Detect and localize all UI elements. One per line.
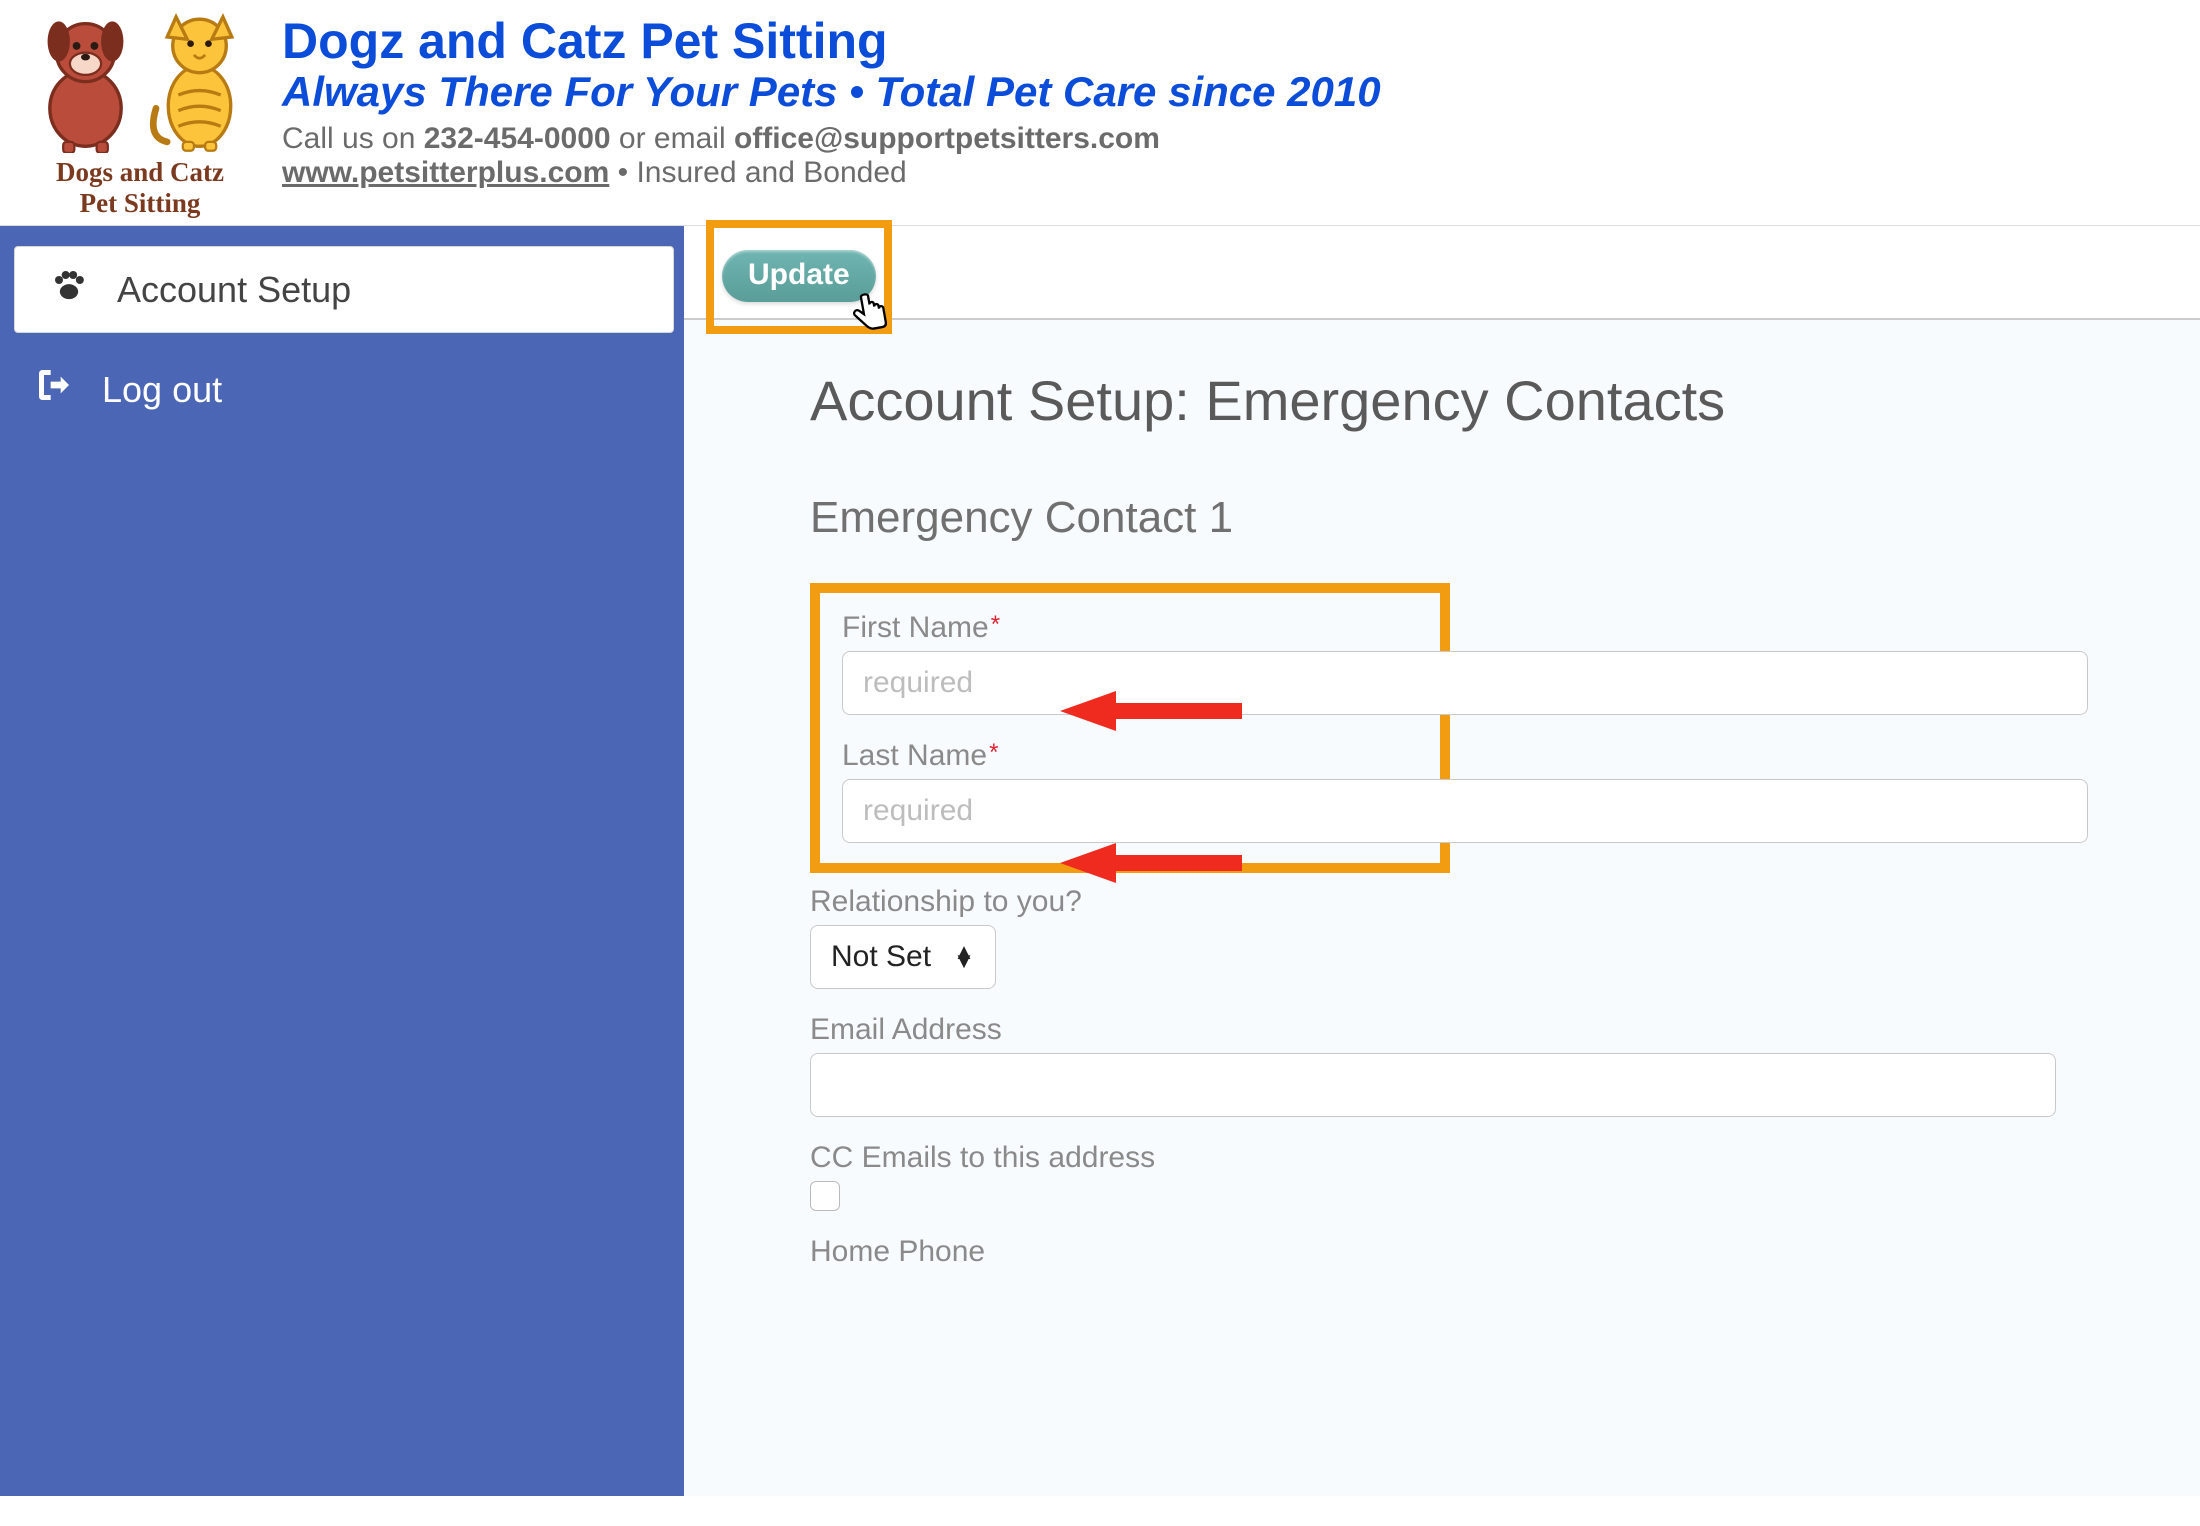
main: Update Account Setup: Emergency Contacts…	[684, 226, 2200, 1496]
site-line: www.petsitterplus.com • Insured and Bond…	[282, 156, 2190, 190]
contact-line: Call us on 232-454-0000 or email office@…	[282, 122, 2190, 156]
email-input[interactable]	[810, 1053, 2056, 1117]
topbar: Update	[684, 226, 2200, 320]
email-label: Email Address	[810, 1013, 2160, 1047]
relationship-label: Relationship to you?	[810, 885, 2160, 919]
update-highlight: Update	[706, 220, 892, 334]
section-title: Emergency Contact 1	[810, 493, 2160, 543]
cc-emails-checkbox[interactable]	[810, 1181, 840, 1211]
relationship-field-wrap: Relationship to you? Not Set ▲▼	[810, 885, 2160, 989]
name-fields-highlight: First Name* Last Name*	[810, 583, 1450, 873]
cc-emails-label: CC Emails to this address	[810, 1141, 2160, 1175]
site-header: Dogs and Catz Pet Sitting Dogz and Catz …	[0, 0, 2200, 226]
site-link[interactable]: www.petsitterplus.com	[282, 156, 609, 189]
relationship-selected-value: Not Set	[831, 940, 931, 974]
logout-icon	[34, 365, 74, 414]
last-name-label: Last Name*	[842, 739, 1418, 773]
logo-area: Dogs and Catz Pet Sitting	[10, 8, 270, 219]
home-phone-label: Home Phone	[810, 1235, 2160, 1269]
last-name-input[interactable]	[842, 779, 2088, 843]
logo-caption: Dogs and Catz Pet Sitting	[56, 157, 224, 219]
last-name-field-wrap: Last Name*	[842, 739, 1418, 843]
arrow-annotation-icon	[1060, 837, 1250, 887]
relationship-select[interactable]: Not Set ▲▼	[810, 925, 996, 989]
required-star: *	[991, 611, 1000, 638]
dog-logo-icon	[28, 8, 143, 153]
company-name: Dogz and Catz Pet Sitting	[282, 16, 2190, 66]
cc-emails-field-wrap: CC Emails to this address	[810, 1141, 2160, 1211]
home-phone-field-wrap: Home Phone	[810, 1235, 2160, 1269]
logo-images	[28, 8, 252, 153]
required-star: *	[989, 739, 998, 766]
first-name-input[interactable]	[842, 651, 2088, 715]
first-name-field-wrap: First Name*	[842, 611, 1418, 715]
sidebar-item-logout[interactable]: Log out	[0, 347, 684, 432]
content: Account Setup: Emergency Contacts Emerge…	[684, 320, 2200, 1315]
sidebar-item-label: Log out	[102, 369, 222, 411]
cat-logo-icon	[147, 8, 252, 153]
page-title: Account Setup: Emergency Contacts	[810, 368, 2160, 433]
sidebar-item-label: Account Setup	[117, 269, 351, 311]
tagline: Always There For Your Pets • Total Pet C…	[282, 68, 2190, 116]
header-text: Dogz and Catz Pet Sitting Always There F…	[270, 8, 2190, 190]
paw-icon	[49, 265, 89, 314]
first-name-label: First Name*	[842, 611, 1418, 645]
email-field-wrap: Email Address	[810, 1013, 2160, 1117]
sidebar: Account Setup Log out	[0, 226, 684, 1496]
chevron-up-down-icon: ▲▼	[953, 948, 975, 966]
layout: Account Setup Log out Update	[0, 226, 2200, 1496]
sidebar-item-account-setup[interactable]: Account Setup	[14, 246, 674, 333]
update-button[interactable]: Update	[722, 250, 876, 302]
